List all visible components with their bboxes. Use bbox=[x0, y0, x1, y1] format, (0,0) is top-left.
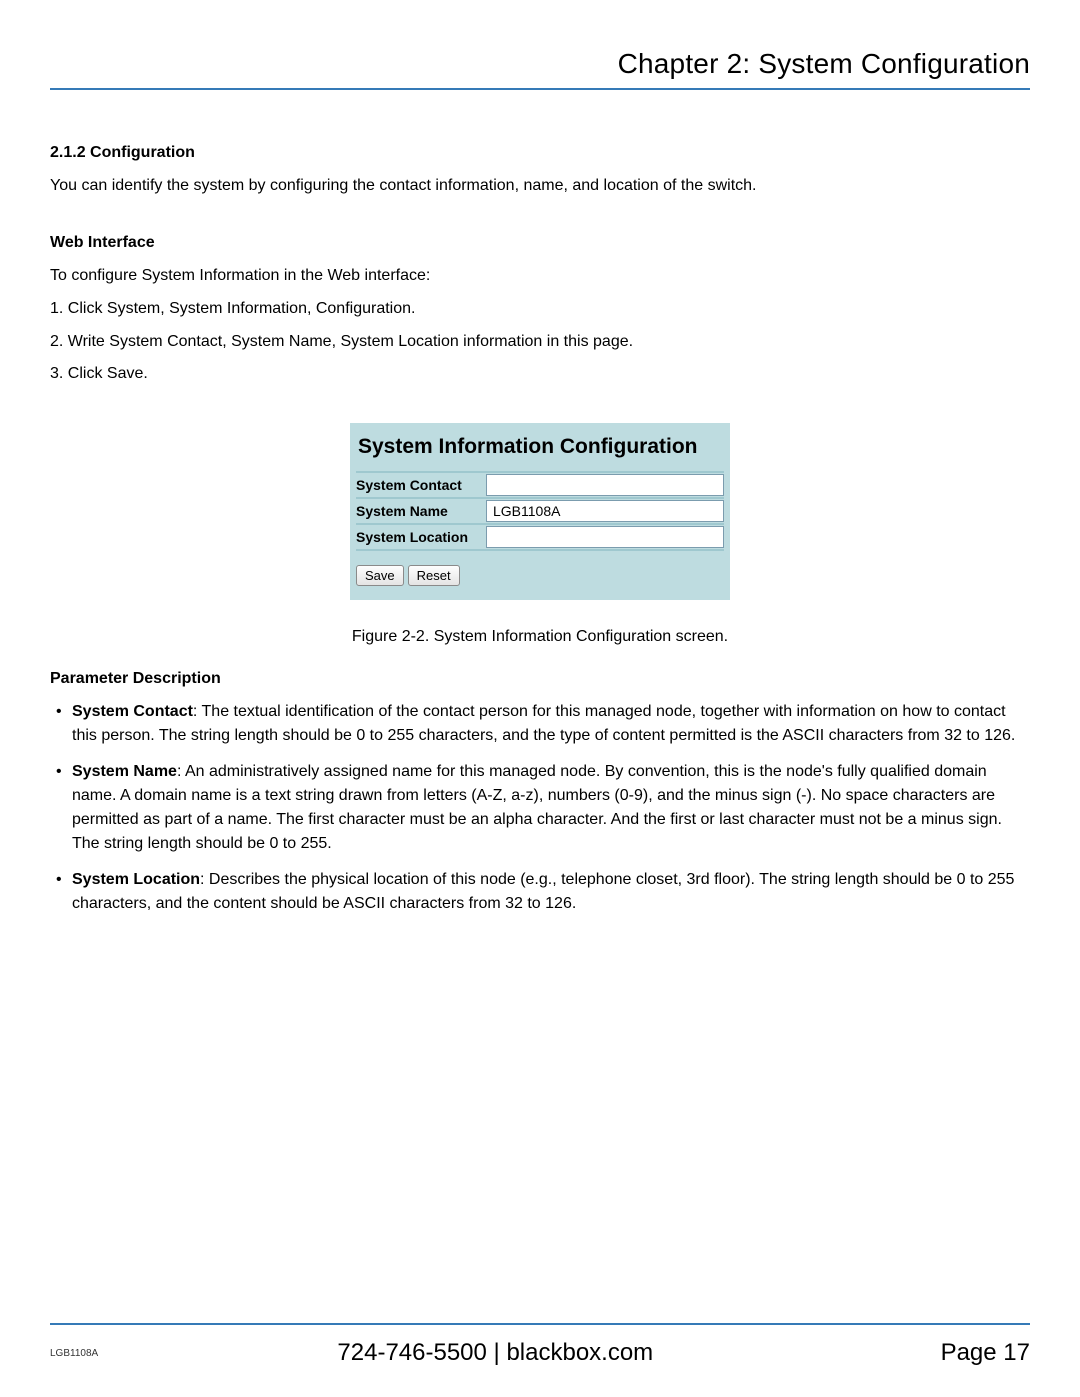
parameter-list: System Contact: The textual identificati… bbox=[50, 700, 1030, 916]
param-text: : The textual identification of the cont… bbox=[72, 703, 1015, 744]
parameter-description-heading: Parameter Description bbox=[50, 670, 1030, 688]
step-1: 1. Click System, System Information, Con… bbox=[50, 297, 1030, 322]
label-system-location: System Location bbox=[356, 524, 486, 550]
label-system-contact: System Contact bbox=[356, 472, 486, 498]
web-interface-heading: Web Interface bbox=[50, 234, 1030, 252]
param-name: System Location bbox=[72, 871, 200, 888]
reset-button[interactable]: Reset bbox=[408, 565, 460, 586]
figure-title: System Information Configuration bbox=[356, 429, 724, 471]
table-row: System Name bbox=[356, 498, 724, 524]
step-2: 2. Write System Contact, System Name, Sy… bbox=[50, 330, 1030, 355]
figure-system-info-config: System Information Configuration System … bbox=[350, 423, 730, 600]
figure-table: System Contact System Name System Locati… bbox=[356, 471, 724, 551]
list-item: System Location: Describes the physical … bbox=[54, 868, 1030, 916]
step-3: 3. Click Save. bbox=[50, 362, 1030, 387]
chapter-heading: Chapter 2: System Configuration bbox=[50, 48, 1030, 90]
section-intro: You can identify the system by configuri… bbox=[50, 174, 1030, 198]
save-button[interactable]: Save bbox=[356, 565, 404, 586]
table-row: System Contact bbox=[356, 472, 724, 498]
table-row: System Location bbox=[356, 524, 724, 550]
input-system-name[interactable] bbox=[486, 500, 724, 522]
web-interface-lead: To configure System Information in the W… bbox=[50, 264, 1030, 289]
footer-model: LGB1108A bbox=[50, 1348, 98, 1359]
figure-caption: Figure 2-2. System Information Configura… bbox=[50, 628, 1030, 646]
param-text: : Describes the physical location of thi… bbox=[72, 871, 1014, 912]
input-system-contact[interactable] bbox=[486, 474, 724, 496]
footer-page: Page 17 bbox=[941, 1339, 1030, 1367]
footer-center: 724-746-5500 | blackbox.com bbox=[50, 1339, 941, 1367]
param-name: System Contact bbox=[72, 703, 193, 720]
section-heading: 2.1.2 Configuration bbox=[50, 144, 1030, 162]
list-item: System Contact: The textual identificati… bbox=[54, 700, 1030, 748]
label-system-name: System Name bbox=[356, 498, 486, 524]
param-name: System Name bbox=[72, 763, 177, 780]
page-footer: LGB1108A 724-746-5500 | blackbox.com Pag… bbox=[50, 1323, 1030, 1367]
list-item: System Name: An administratively assigne… bbox=[54, 760, 1030, 856]
input-system-location[interactable] bbox=[486, 526, 724, 548]
param-text: : An administratively assigned name for … bbox=[72, 763, 1002, 852]
